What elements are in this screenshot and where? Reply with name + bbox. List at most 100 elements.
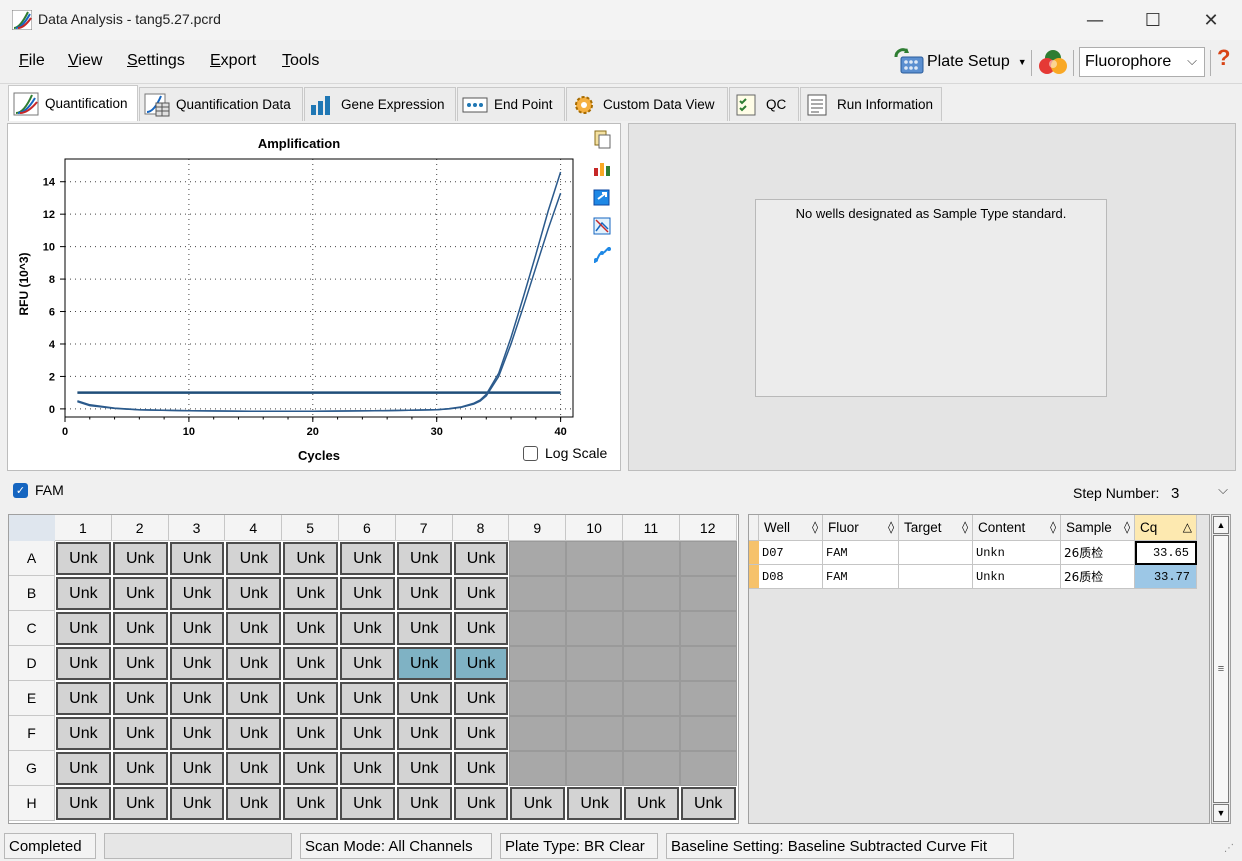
plate-well[interactable]: Unk	[452, 716, 510, 751]
plate-well[interactable]: Unk	[339, 716, 396, 751]
plate-column-header[interactable]: 12	[679, 515, 737, 541]
plate-well-empty[interactable]	[509, 681, 567, 716]
sort-icon[interactable]: ◊	[962, 520, 968, 534]
plate-well[interactable]: Unk	[395, 751, 453, 786]
plate-well[interactable]: Unk	[168, 681, 226, 716]
plate-well[interactable]: Unk	[55, 786, 112, 821]
plate-well[interactable]: Unk	[55, 751, 112, 786]
plate-column-header[interactable]: 1	[55, 515, 112, 541]
plate-well[interactable]: Unk	[395, 541, 453, 576]
plate-well-empty[interactable]	[679, 681, 737, 716]
plate-well-empty[interactable]	[679, 541, 737, 576]
plate-well[interactable]: Unk	[282, 681, 339, 716]
plate-well[interactable]: Unk	[395, 716, 453, 751]
plate-well-empty[interactable]	[566, 681, 623, 716]
plate-well-empty[interactable]	[509, 751, 567, 786]
table-cell-target[interactable]	[899, 565, 973, 589]
fam-toggle[interactable]: ✓ FAM	[13, 482, 64, 498]
plate-column-header[interactable]: 4	[225, 515, 283, 541]
plate-well[interactable]: Unk	[452, 541, 510, 576]
table-cell-content[interactable]: Unkn	[973, 541, 1061, 565]
plate-well[interactable]: Unk	[395, 611, 453, 646]
plate-well[interactable]: Unk	[111, 786, 169, 821]
log-scale-toggle[interactable]: Log Scale	[523, 445, 607, 461]
curve-fit-icon[interactable]	[592, 245, 612, 265]
plate-well[interactable]: Unk	[339, 786, 396, 821]
column-header-fluor[interactable]: Fluor ◊	[823, 515, 899, 541]
tab-qc[interactable]: QC	[729, 87, 799, 121]
plate-row-header[interactable]: F	[9, 716, 55, 751]
plate-well[interactable]: Unk	[282, 646, 339, 681]
plate-well-empty[interactable]	[566, 646, 623, 681]
table-vertical-scrollbar[interactable]: ▲ ≡ ▼	[1211, 514, 1231, 824]
scroll-thumb[interactable]: ≡	[1213, 535, 1229, 803]
plate-well[interactable]: Unk	[395, 576, 453, 611]
plate-well[interactable]: Unk	[168, 751, 226, 786]
plate-well-empty[interactable]	[623, 611, 680, 646]
plate-well[interactable]: Unk	[225, 646, 283, 681]
plate-well[interactable]: Unk	[395, 681, 453, 716]
plate-well-empty[interactable]	[509, 541, 567, 576]
plate-well[interactable]: Unk	[111, 541, 169, 576]
plate-well[interactable]: Unk	[168, 576, 226, 611]
menu-export[interactable]: Export	[210, 52, 256, 70]
row-selector[interactable]	[749, 565, 759, 589]
plate-well-empty[interactable]	[566, 751, 623, 786]
plate-well[interactable]: Unk	[282, 751, 339, 786]
plate-well[interactable]: Unk	[282, 611, 339, 646]
plate-well[interactable]: Unk	[452, 786, 510, 821]
table-cell-fluor[interactable]: FAM	[823, 565, 899, 589]
plate-well[interactable]: Unk	[225, 576, 283, 611]
tab-custom-data-view[interactable]: Custom Data View	[566, 87, 728, 121]
amplification-curve-2[interactable]	[77, 192, 562, 413]
plate-well[interactable]: Unk	[339, 611, 396, 646]
tab-gene-expression[interactable]: Gene Expression	[304, 87, 456, 121]
sort-icon[interactable]: ◊	[888, 520, 894, 534]
table-cell-well[interactable]: D08	[759, 565, 823, 589]
plate-column-header[interactable]: 11	[623, 515, 680, 541]
plate-well[interactable]: Unk	[339, 646, 396, 681]
plate-well[interactable]: Unk	[168, 716, 226, 751]
plate-well[interactable]: Unk	[282, 716, 339, 751]
tab-quantification[interactable]: Quantification	[8, 85, 138, 121]
plate-well-empty[interactable]	[679, 751, 737, 786]
column-header-cq[interactable]: Cq △	[1135, 515, 1197, 541]
plate-well[interactable]: Unk	[55, 716, 112, 751]
plate-well-empty[interactable]	[623, 681, 680, 716]
log-scale-checkbox[interactable]	[523, 445, 538, 461]
plate-well[interactable]: Unk	[168, 611, 226, 646]
plate-well-empty[interactable]	[566, 541, 623, 576]
plate-well[interactable]: Unk	[339, 681, 396, 716]
plate-row-header[interactable]: B	[9, 576, 55, 611]
plate-row-header[interactable]: E	[9, 681, 55, 716]
plate-well[interactable]: Unk	[55, 646, 112, 681]
fam-checkbox[interactable]: ✓	[13, 482, 28, 498]
plate-well[interactable]: Unk	[55, 541, 112, 576]
amplification-chart[interactable]: Amplification Cycles RFU (10^3) 0 10 20 30 4…	[8, 124, 620, 470]
plate-well[interactable]: Unk	[55, 611, 112, 646]
tab-end-point[interactable]: End Point	[457, 87, 565, 121]
plate-well-empty[interactable]	[623, 751, 680, 786]
table-cell-content[interactable]: Unkn	[973, 565, 1061, 589]
plate-well[interactable]: Unk	[452, 576, 510, 611]
plate-well-empty[interactable]	[566, 611, 623, 646]
table-cell-target[interactable]	[899, 541, 973, 565]
plate-well[interactable]: Unk	[339, 541, 396, 576]
plate-well[interactable]: Unk	[339, 751, 396, 786]
menu-view[interactable]: View	[68, 52, 102, 70]
plate-well[interactable]: Unk	[452, 751, 510, 786]
plate-well[interactable]: Unk	[111, 611, 169, 646]
plate-well[interactable]: Unk	[452, 611, 510, 646]
plate-column-header[interactable]: 8	[452, 515, 510, 541]
plate-well[interactable]: Unk	[168, 786, 226, 821]
plate-row-header[interactable]: D	[9, 646, 55, 681]
menu-settings[interactable]: Settings	[127, 52, 185, 70]
well-groups-icon[interactable]	[1037, 48, 1069, 78]
tab-run-information[interactable]: Run Information	[800, 87, 942, 121]
menu-file[interactable]: File	[19, 52, 45, 70]
plate-well-empty[interactable]	[509, 611, 567, 646]
help-icon[interactable]: ?	[1217, 45, 1230, 71]
plate-well[interactable]: Unk	[111, 751, 169, 786]
plate-well-empty[interactable]	[679, 716, 737, 751]
plate-well-empty[interactable]	[509, 646, 567, 681]
